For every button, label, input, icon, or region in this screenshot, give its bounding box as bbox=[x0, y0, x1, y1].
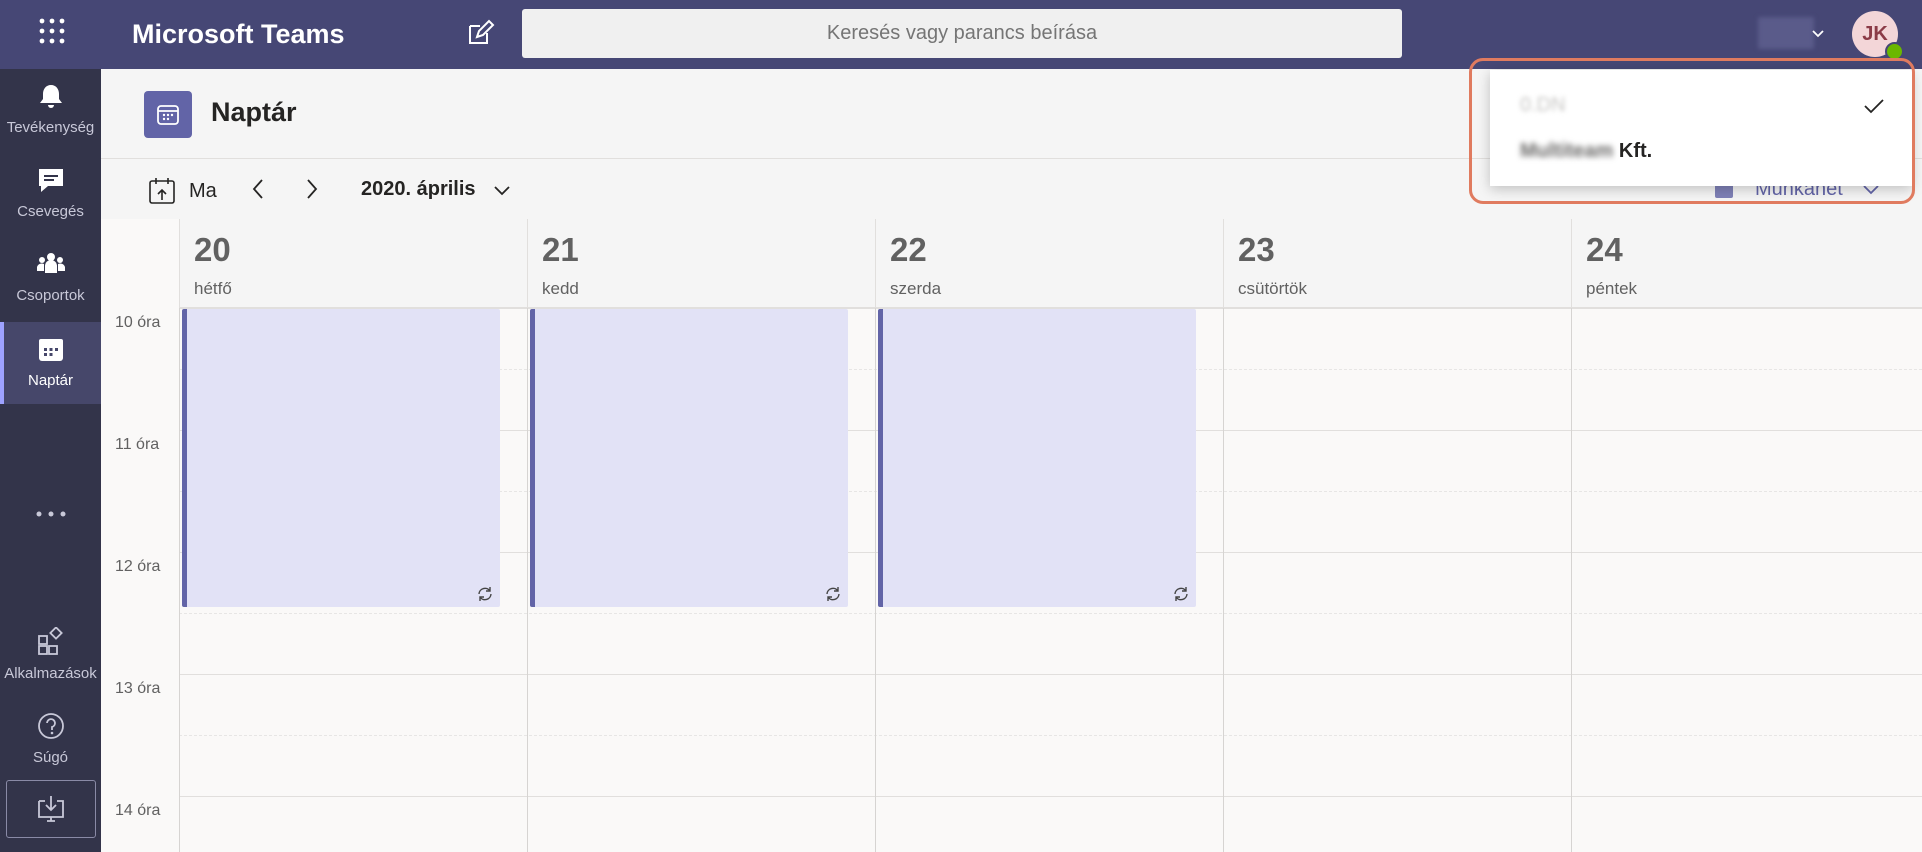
hour-label: 11 óra bbox=[115, 436, 160, 453]
calendar-icon bbox=[157, 105, 179, 125]
new-chat-icon[interactable] bbox=[465, 18, 495, 48]
chevron-down-icon[interactable] bbox=[492, 181, 512, 201]
day-divider bbox=[875, 219, 876, 852]
page-title: Naptár bbox=[211, 97, 297, 127]
hour-line bbox=[179, 674, 1922, 675]
rail-item-label: Csoportok bbox=[16, 287, 85, 304]
day-divider bbox=[1571, 219, 1572, 852]
rail-item-apps[interactable]: Alkalmazások bbox=[0, 615, 101, 697]
hour-label: 13 óra bbox=[115, 680, 161, 697]
day-name: szerda bbox=[890, 279, 942, 298]
day-number: 24 bbox=[1586, 231, 1623, 268]
chevron-left-icon[interactable] bbox=[247, 177, 271, 201]
day-name: hétfő bbox=[194, 279, 232, 298]
day-name: csütörtök bbox=[1238, 279, 1307, 298]
app-title: Microsoft Teams bbox=[132, 19, 345, 49]
month-picker[interactable]: 2020. április bbox=[361, 178, 476, 201]
help-icon bbox=[38, 713, 64, 739]
calendar-icon bbox=[39, 339, 63, 361]
rail-item-label: Alkalmazások bbox=[4, 665, 97, 682]
day-header-tuesday[interactable]: 21 kedd bbox=[527, 219, 876, 308]
day-name: péntek bbox=[1586, 279, 1638, 298]
teams-icon bbox=[37, 253, 65, 273]
day-number: 20 bbox=[194, 231, 231, 268]
time-gutter: 10 óra 11 óra 12 óra 13 óra 14 óra bbox=[101, 219, 179, 852]
chevron-down-icon[interactable] bbox=[1810, 26, 1826, 42]
day-divider bbox=[1223, 219, 1224, 852]
day-number: 22 bbox=[890, 231, 927, 268]
rail-item-label: Csevegés bbox=[17, 203, 84, 220]
rail-item-label: Súgó bbox=[32, 749, 69, 766]
half-hour-line bbox=[179, 735, 1922, 736]
day-header-friday[interactable]: 24 péntek bbox=[1571, 219, 1922, 308]
recurring-icon bbox=[478, 587, 492, 601]
download-app-button[interactable] bbox=[6, 780, 96, 838]
chevron-right-icon[interactable] bbox=[299, 177, 323, 201]
day-divider bbox=[527, 219, 528, 852]
today-label: Ma bbox=[189, 180, 217, 202]
app-bar: Tevékenység Csevegés Csoportok Naptár Al… bbox=[0, 69, 101, 852]
rail-item-calendar[interactable]: Naptár bbox=[0, 322, 101, 404]
day-number: 23 bbox=[1238, 231, 1275, 268]
day-header-monday[interactable]: 20 hétfő bbox=[179, 219, 528, 308]
download-icon bbox=[38, 796, 64, 822]
day-header-wednesday[interactable]: 22 szerda bbox=[875, 219, 1224, 308]
calendar-event[interactable] bbox=[530, 309, 848, 607]
calendar-event[interactable] bbox=[182, 309, 500, 607]
rail-item-help[interactable]: Súgó bbox=[0, 699, 101, 781]
half-hour-line bbox=[179, 613, 1922, 614]
calendar-today-icon bbox=[149, 178, 175, 204]
hour-label: 14 óra bbox=[115, 802, 161, 819]
rail-item-label: Tevékenység bbox=[6, 119, 95, 136]
rail-item-chat[interactable]: Csevegés bbox=[0, 153, 101, 235]
more-apps-icon[interactable] bbox=[33, 504, 69, 524]
hour-label: 10 óra bbox=[115, 314, 161, 331]
recurring-icon bbox=[1174, 587, 1188, 601]
day-header-thursday[interactable]: 23 csütörtök bbox=[1223, 219, 1572, 308]
hour-line bbox=[179, 796, 1922, 797]
highlight-annotation bbox=[1469, 58, 1915, 204]
day-name: kedd bbox=[542, 279, 579, 298]
recurring-icon bbox=[826, 587, 840, 601]
calendar-badge bbox=[144, 91, 192, 138]
rail-item-teams[interactable]: Csoportok bbox=[0, 237, 101, 319]
day-divider bbox=[179, 219, 180, 852]
rail-item-activity[interactable]: Tevékenység bbox=[0, 69, 101, 151]
chat-icon bbox=[39, 169, 63, 192]
calendar-event[interactable] bbox=[878, 309, 1196, 607]
apps-icon bbox=[38, 627, 63, 655]
calendar-grid: 10 óra 11 óra 12 óra 13 óra 14 óra 20 hé… bbox=[101, 219, 1922, 852]
day-number: 21 bbox=[542, 231, 579, 268]
rail-item-label: Naptár bbox=[27, 372, 74, 389]
bell-icon bbox=[40, 85, 62, 108]
app-launcher-icon[interactable] bbox=[38, 17, 66, 45]
hour-label: 12 óra bbox=[115, 558, 161, 575]
tenant-switcher[interactable] bbox=[1758, 17, 1814, 49]
search-input[interactable] bbox=[522, 9, 1402, 58]
